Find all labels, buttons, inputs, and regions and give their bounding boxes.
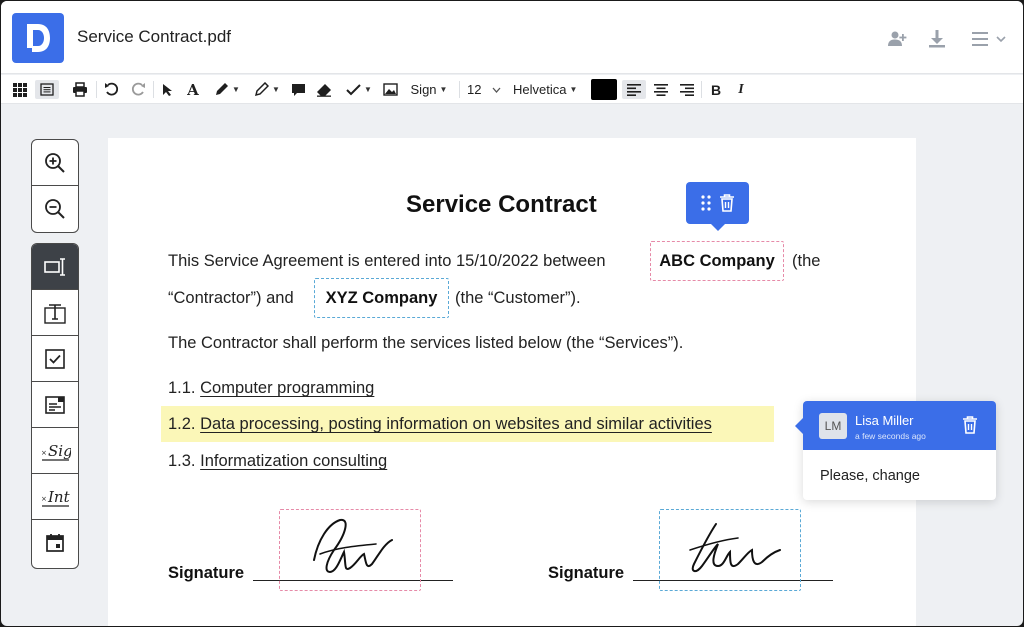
document-filename: Service Contract.pdf — [77, 27, 232, 46]
align-center-icon[interactable] — [652, 80, 670, 99]
list-item: 1.1. Computer programming — [168, 379, 374, 398]
print-icon[interactable] — [70, 80, 90, 99]
text-tool-icon[interactable]: A — [184, 80, 202, 99]
comment-timestamp: a few seconds ago — [855, 431, 926, 441]
font-family-select[interactable]: Helvetica ▼ — [513, 80, 585, 99]
list-item-number: 1.2. — [168, 415, 196, 433]
initials-tool-icon[interactable]: × Int — [32, 474, 78, 520]
signature-label: Signature — [548, 564, 625, 582]
svg-text:Int: Int — [47, 488, 71, 506]
chevron-down-icon — [492, 87, 501, 93]
align-right-icon[interactable] — [678, 80, 696, 99]
app-logo — [12, 13, 64, 63]
text-color-swatch[interactable] — [591, 79, 617, 100]
zoom-in-icon[interactable] — [32, 140, 78, 186]
sign-dropdown[interactable]: Sign ▼ — [407, 80, 451, 99]
bold-icon[interactable]: B — [707, 80, 725, 99]
signature-tool-icon[interactable]: × Sig — [32, 428, 78, 474]
avatar: LM — [819, 413, 847, 439]
editor-toolbar: A ▼ ▼ ▼ Sign ▼ 12 Helvetica ▼ B I — [1, 75, 1023, 104]
highlighter-tool-icon[interactable]: ▼ — [251, 80, 283, 99]
cursor-icon[interactable] — [160, 80, 176, 99]
field-actions-popover — [686, 182, 749, 231]
customer-text-field[interactable]: XYZ Company — [314, 278, 449, 318]
paragraph-1-line-1: This Service Agreement is entered into 1… — [168, 252, 606, 270]
signature-field-1[interactable] — [279, 509, 421, 591]
list-item: 1.3. Informatization consulting — [168, 452, 387, 471]
toolbar-divider — [153, 81, 154, 98]
document-heading: Service Contract — [406, 191, 597, 218]
svg-text:×: × — [41, 449, 47, 457]
drag-handle-icon[interactable] — [700, 195, 711, 211]
signature-label: Signature — [168, 564, 245, 582]
sign-dropdown-label: Sign — [410, 82, 437, 97]
zoom-out-icon[interactable] — [32, 186, 78, 232]
date-tool-icon[interactable] — [32, 520, 78, 566]
font-family-value: Helvetica — [513, 82, 567, 97]
logo-icon — [27, 24, 50, 52]
app-window: Service Contract.pdf A ▼ ▼ ▼ Sign ▼ 12 H… — [1, 1, 1023, 626]
comment-header: LM Lisa Miller a few seconds ago — [795, 401, 996, 450]
list-item-text: Computer programming — [200, 379, 375, 397]
trash-icon[interactable] — [962, 416, 978, 439]
handwritten-signature — [689, 523, 781, 572]
comment-card[interactable]: LM Lisa Miller a few seconds ago Please,… — [795, 401, 996, 500]
menu-icon[interactable] — [971, 29, 1011, 49]
app-header: Service Contract.pdf — [1, 1, 1023, 74]
toolbar-divider — [459, 81, 460, 98]
chevron-down-icon: ▼ — [439, 85, 448, 94]
list-item-number: 1.1. — [168, 379, 196, 397]
align-left-icon[interactable] — [622, 80, 646, 99]
image-tool-icon[interactable] — [381, 80, 399, 99]
svg-text:Sig: Sig — [48, 442, 71, 460]
grid-view-icon[interactable] — [11, 80, 29, 99]
paragraph-2: The Contractor shall perform the service… — [168, 334, 684, 352]
font-size-select[interactable]: 12 — [467, 80, 507, 99]
form-field-tool-icon[interactable] — [32, 382, 78, 428]
list-item-text: Data processing, posting information on … — [200, 415, 712, 433]
signature-field-2[interactable] — [659, 509, 801, 591]
toolbar-divider — [701, 81, 702, 98]
handwritten-signature — [313, 518, 393, 574]
add-user-icon[interactable] — [887, 29, 907, 49]
text-field-tool-icon[interactable] — [32, 244, 78, 290]
checkbox-tool-icon[interactable] — [32, 336, 78, 382]
paragraph-1-line-2: “Contractor”) and — [168, 289, 294, 307]
font-size-value: 12 — [467, 82, 482, 97]
text-box-tool-icon[interactable] — [32, 290, 78, 336]
list-item-text: Informatization consulting — [200, 452, 388, 470]
paragraph-1-line-2-end: (the “Customer”). — [455, 289, 581, 307]
pen-tool-icon[interactable]: ▼ — [211, 80, 243, 99]
chevron-down-icon: ▼ — [569, 85, 578, 94]
undo-icon[interactable] — [102, 80, 120, 99]
list-item: 1.2. Data processing, posting informatio… — [168, 415, 712, 434]
comment-text: Please, change — [820, 468, 920, 484]
page-view-icon[interactable] — [35, 80, 59, 99]
toolbar-divider — [96, 81, 97, 98]
contractor-text-field[interactable]: ABC Company — [650, 241, 784, 281]
trash-icon[interactable] — [719, 194, 735, 212]
checkmark-tool-icon[interactable]: ▼ — [343, 80, 375, 99]
field-tools: × Sig × Int — [31, 243, 79, 569]
zoom-tools — [31, 139, 79, 233]
svg-text:×: × — [41, 495, 47, 503]
italic-icon[interactable]: I — [732, 80, 750, 99]
comment-tool-icon[interactable] — [289, 80, 307, 99]
download-icon[interactable] — [927, 29, 947, 49]
paragraph-1-line-1-end: (the — [792, 252, 821, 270]
list-item-number: 1.3. — [168, 452, 196, 470]
comment-author: Lisa Miller — [855, 413, 914, 428]
redo-icon[interactable] — [129, 80, 147, 99]
eraser-tool-icon[interactable] — [315, 80, 333, 99]
document-page: Service Contract This Service Agreement … — [108, 138, 916, 626]
